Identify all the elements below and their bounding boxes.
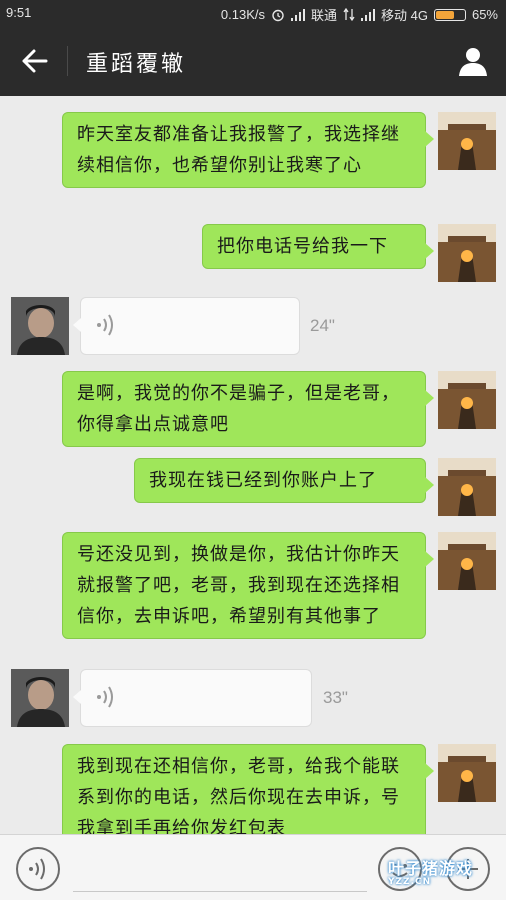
status-time: 9:51	[6, 5, 32, 20]
voice-wave-icon	[97, 686, 113, 708]
my-avatar[interactable]	[438, 744, 496, 802]
chat-header: 重蹈覆辙	[0, 26, 506, 96]
carrier-unicom: 联通	[310, 8, 337, 23]
battery-percent: 65%	[471, 7, 498, 22]
network-speed: 0.13K/s	[220, 7, 265, 22]
back-button[interactable]	[14, 44, 54, 78]
contact-avatar[interactable]	[11, 297, 69, 355]
alarm-clock-icon	[272, 9, 284, 21]
status-bar: 9:51 0.13K/s 联通 移动 4G 65%	[0, 0, 506, 26]
carrier-mobile: 移动 4G	[381, 8, 428, 23]
data-transfer-icon	[343, 8, 355, 21]
my-avatar[interactable]	[438, 224, 496, 282]
message-list[interactable]: 昨天室友都准备让我报警了，我选择继续相信你，也希望你别让我寒了心 把你电话号给我…	[0, 96, 506, 834]
voice-message[interactable]	[73, 297, 300, 355]
status-right: 0.13K/s 联通 移动 4G 65%	[221, 5, 498, 24]
watermark-url: YZZ.CN	[388, 877, 432, 887]
message-bubble[interactable]: 我现在钱已经到你账户上了	[134, 458, 434, 503]
voice-wave-icon	[29, 858, 45, 880]
my-avatar[interactable]	[438, 112, 496, 170]
contact-profile-button[interactable]	[456, 44, 490, 78]
voice-duration: 24"	[310, 316, 335, 335]
message-input[interactable]	[73, 849, 367, 892]
contact-avatar[interactable]	[11, 669, 69, 727]
message-bubble[interactable]: 是啊，我觉的你不是骗子，但是老哥，你得拿出点诚意吧	[62, 371, 434, 447]
watermark-text: 叶子猪游戏	[388, 859, 474, 878]
my-avatar[interactable]	[438, 532, 496, 590]
voice-input-toggle[interactable]	[16, 847, 60, 891]
battery-icon	[433, 8, 466, 21]
message-bubble[interactable]: 我到现在还相信你，老哥，给我个能联系到你的电话，然后你现在去申诉，号我拿到手再给…	[62, 744, 434, 834]
chat-title: 重蹈覆辙	[86, 52, 187, 77]
header-divider	[67, 46, 68, 76]
arrow-left-icon	[22, 49, 48, 73]
signal-icon-2	[361, 8, 375, 21]
watermark-logo: 叶子猪游戏 YZZ.CN	[388, 855, 473, 887]
voice-wave-icon	[97, 314, 113, 336]
my-avatar[interactable]	[438, 371, 496, 429]
message-bubble[interactable]: 昨天室友都准备让我报警了，我选择继续相信你，也希望你别让我寒了心	[62, 112, 434, 188]
voice-message[interactable]	[73, 669, 312, 727]
message-bubble[interactable]: 号还没见到，换做是你，我估计你昨天就报警了吧，老哥，我到现在还选择相信你，去申诉…	[62, 532, 434, 639]
message-bubble[interactable]: 把你电话号给我一下	[202, 224, 434, 269]
person-icon	[459, 48, 487, 76]
input-bar: 叶子猪游戏 YZZ.CN	[0, 834, 506, 900]
voice-duration: 33"	[323, 688, 348, 707]
my-avatar[interactable]	[438, 458, 496, 516]
signal-icon	[290, 8, 305, 21]
